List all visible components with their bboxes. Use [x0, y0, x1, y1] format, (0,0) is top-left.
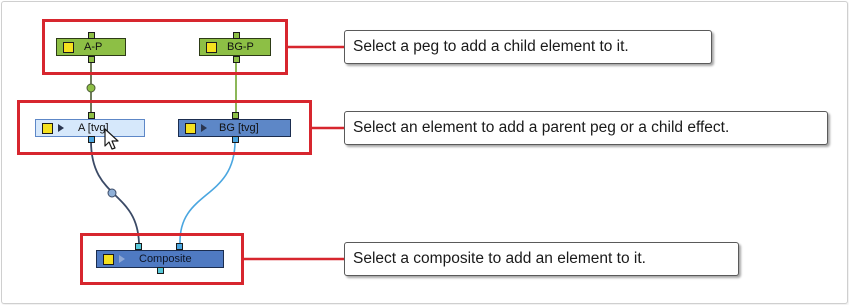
callout-elements: Select an element to add a parent peg or…	[344, 111, 828, 145]
callout-composite: Select a composite to add an element to …	[344, 242, 739, 276]
callout-pegs: Select a peg to add a child element to i…	[344, 30, 712, 64]
